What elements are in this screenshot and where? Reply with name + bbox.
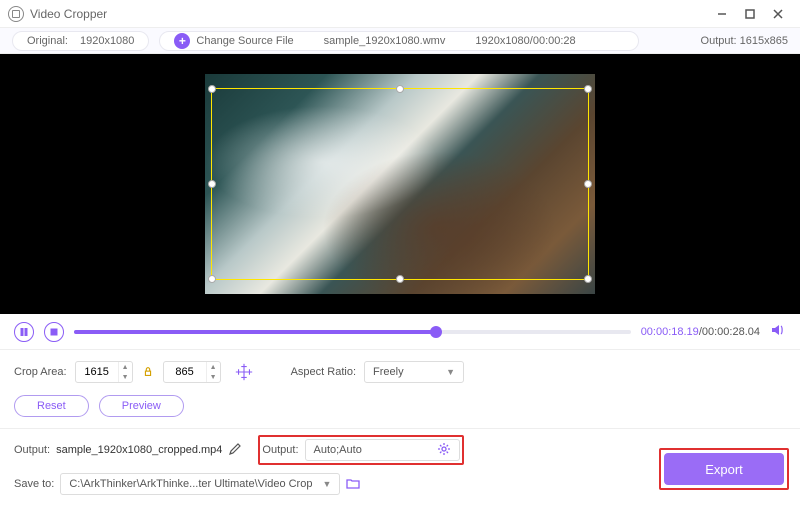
crop-width-input[interactable] xyxy=(76,362,118,382)
save-to-label: Save to: xyxy=(14,478,54,490)
minimize-button[interactable] xyxy=(708,0,736,28)
output-settings-value: Auto;Auto xyxy=(314,444,362,456)
seek-thumb[interactable] xyxy=(430,326,442,338)
bottom-panel: Output: sample_1920x1080_cropped.mp4 Out… xyxy=(0,429,800,505)
crop-handle-nw[interactable] xyxy=(208,85,216,93)
crop-height-field[interactable]: ▲▼ xyxy=(163,361,221,383)
title-bar: Video Cropper xyxy=(0,0,800,28)
info-bar: Original: 1920x1080 + Change Source File… xyxy=(0,28,800,54)
playback-bar: 00:00:18.19/00:00:28.04 xyxy=(0,314,800,350)
crop-height-up[interactable]: ▲ xyxy=(207,362,220,372)
crop-handle-se[interactable] xyxy=(584,275,592,283)
chevron-down-icon: ▼ xyxy=(322,479,331,489)
crop-handle-w[interactable] xyxy=(208,180,216,188)
volume-button[interactable] xyxy=(770,322,786,341)
aspect-ratio-value: Freely xyxy=(373,366,404,378)
crop-width-field[interactable]: ▲▼ xyxy=(75,361,133,383)
aspect-ratio-select[interactable]: Freely ▼ xyxy=(364,361,464,383)
crop-handle-e[interactable] xyxy=(584,180,592,188)
original-label: Original: xyxy=(27,35,68,47)
rename-output-button[interactable] xyxy=(228,442,242,459)
crop-height-input[interactable] xyxy=(164,362,206,382)
crop-handle-ne[interactable] xyxy=(584,85,592,93)
original-size-pill: Original: 1920x1080 xyxy=(12,31,149,51)
save-path-value: C:\ArkThinker\ArkThinke...ter Ultimate\V… xyxy=(69,478,316,490)
crop-handle-sw[interactable] xyxy=(208,275,216,283)
crop-width-up[interactable]: ▲ xyxy=(119,362,132,372)
output-size-label: Output: 1615x865 xyxy=(701,35,788,47)
source-dims-time: 1920x1080/00:00:28 xyxy=(475,35,575,47)
gear-icon[interactable] xyxy=(437,442,451,459)
timecode: 00:00:18.19/00:00:28.04 xyxy=(641,326,760,338)
crop-rectangle[interactable] xyxy=(211,88,589,280)
maximize-button[interactable] xyxy=(736,0,764,28)
crop-handle-n[interactable] xyxy=(396,85,404,93)
output-file-label: Output: xyxy=(14,444,50,456)
center-crop-button[interactable] xyxy=(233,361,255,383)
crop-area-label: Crop Area: xyxy=(14,366,67,378)
reset-button[interactable]: Reset xyxy=(14,395,89,417)
seek-fill xyxy=(74,330,436,334)
chevron-down-icon: ▼ xyxy=(446,367,455,377)
source-file-pill: + Change Source File sample_1920x1080.wm… xyxy=(159,31,639,51)
close-button[interactable] xyxy=(764,0,792,28)
original-value: 1920x1080 xyxy=(80,35,134,47)
stop-button[interactable] xyxy=(44,322,64,342)
preview-button[interactable]: Preview xyxy=(99,395,184,417)
crop-height-down[interactable]: ▼ xyxy=(207,372,220,382)
total-time: 00:00:28.04 xyxy=(702,326,760,338)
aspect-ratio-label: Aspect Ratio: xyxy=(291,366,356,378)
export-highlight: Export xyxy=(659,448,789,490)
output-filename: sample_1920x1080_cropped.mp4 xyxy=(56,444,222,456)
output-settings-highlight: Output: Auto;Auto xyxy=(258,435,463,465)
current-time: 00:00:18.19 xyxy=(641,326,699,338)
pause-button[interactable] xyxy=(14,322,34,342)
plus-icon: + xyxy=(174,33,190,49)
crop-handle-s[interactable] xyxy=(396,275,404,283)
output-settings-label: Output: xyxy=(262,444,298,456)
video-frame[interactable] xyxy=(205,74,595,294)
change-source-label: Change Source File xyxy=(196,35,293,47)
save-path-field[interactable]: C:\ArkThinker\ArkThinke...ter Ultimate\V… xyxy=(60,473,340,495)
app-logo-icon xyxy=(8,6,24,22)
output-settings-field[interactable]: Auto;Auto xyxy=(305,439,460,461)
app-title: Video Cropper xyxy=(30,7,708,21)
lock-aspect-icon[interactable] xyxy=(141,365,155,379)
seek-slider[interactable] xyxy=(74,330,631,334)
change-source-button[interactable]: + Change Source File xyxy=(174,33,293,49)
crop-controls: Crop Area: ▲▼ ▲▼ Aspect Ratio: Freely ▼ … xyxy=(0,350,800,428)
export-button[interactable]: Export xyxy=(664,453,784,485)
open-folder-button[interactable] xyxy=(346,476,360,493)
source-filename: sample_1920x1080.wmv xyxy=(324,35,446,47)
video-preview-area xyxy=(0,54,800,314)
crop-width-down[interactable]: ▼ xyxy=(119,372,132,382)
